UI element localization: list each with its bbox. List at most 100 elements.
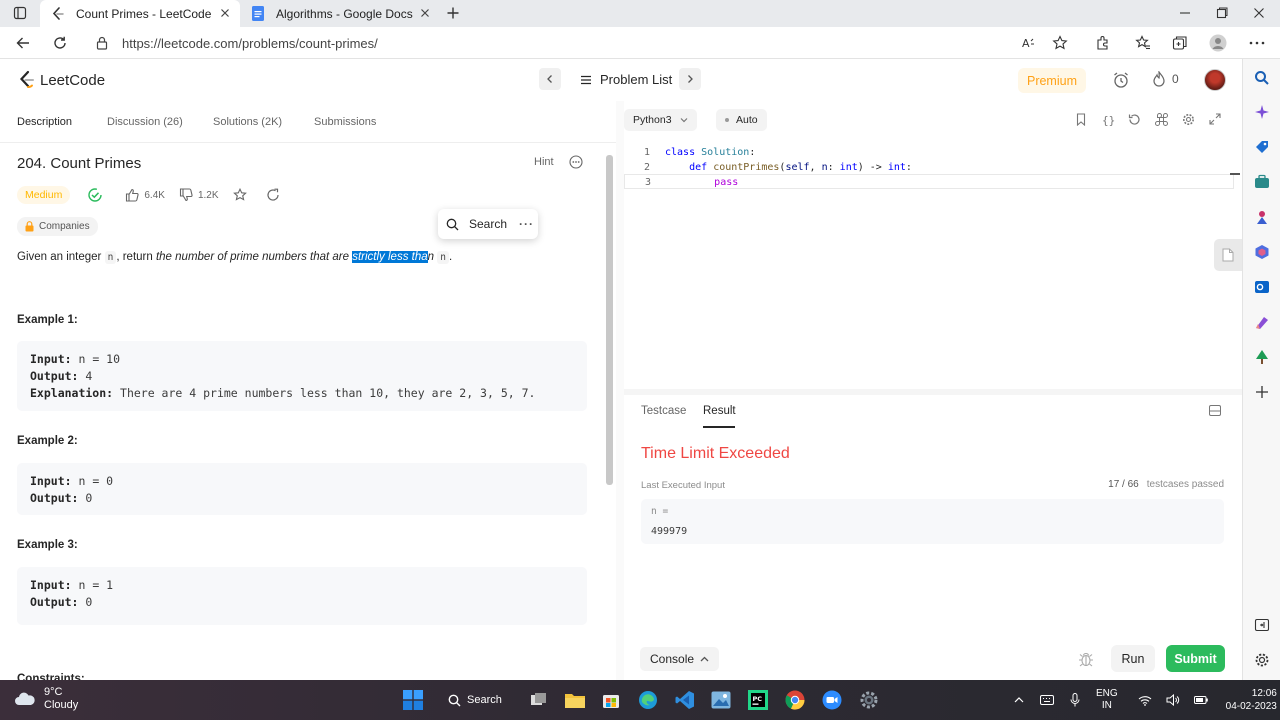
chrome-icon[interactable] xyxy=(784,689,806,711)
streak-counter[interactable]: 0 xyxy=(1152,71,1179,87)
volume-icon[interactable] xyxy=(1166,693,1180,707)
user-avatar[interactable] xyxy=(1204,69,1226,91)
popup-more-icon[interactable]: ··· xyxy=(519,217,534,231)
url-field[interactable]: https://leetcode.com/problems/count-prim… xyxy=(86,30,1076,56)
microsoft-365-icon[interactable] xyxy=(1254,244,1270,260)
leetcode-logo[interactable]: LeetCode xyxy=(18,70,105,90)
next-problem-button[interactable] xyxy=(679,68,701,90)
vscode-icon[interactable] xyxy=(674,689,696,711)
close-tab-icon[interactable] xyxy=(418,6,432,20)
microphone-icon[interactable] xyxy=(1068,693,1082,707)
tab-testcase[interactable]: Testcase xyxy=(641,405,686,417)
bookmark-icon[interactable] xyxy=(1074,112,1088,126)
sidebar-settings-gear-icon[interactable] xyxy=(1254,652,1270,668)
battery-icon[interactable] xyxy=(1193,693,1208,707)
code-line[interactable]: 1 class Solution: xyxy=(624,145,1234,160)
browser-tab-google-docs[interactable]: Algorithms - Google Docs xyxy=(240,0,440,27)
reset-code-icon[interactable] xyxy=(1127,112,1141,126)
pycharm-icon[interactable]: PC xyxy=(747,689,769,711)
more-options-icon[interactable] xyxy=(569,155,583,169)
settings-more-icon[interactable] xyxy=(1248,34,1266,52)
favorite-star-button[interactable] xyxy=(232,188,252,202)
cloud-icon xyxy=(15,692,35,705)
designer-icon[interactable] xyxy=(1254,314,1270,330)
collections-icon[interactable] xyxy=(1171,34,1189,52)
microsoft-store-icon[interactable] xyxy=(600,689,622,711)
selection-search-popup[interactable]: Search ··· xyxy=(438,209,538,239)
debug-bug-icon[interactable] xyxy=(1078,651,1094,667)
language-select[interactable]: Python3 xyxy=(624,109,697,131)
extensions-icon[interactable] xyxy=(1094,34,1112,52)
tab-actions-icon[interactable] xyxy=(9,2,31,24)
taskbar-search[interactable]: Search xyxy=(448,689,502,711)
refresh-icon[interactable] xyxy=(50,33,70,53)
code-line[interactable]: 2 def countPrimes(self, n: int) -> int: xyxy=(624,160,1234,175)
edge-browser-icon[interactable] xyxy=(637,689,659,711)
submit-button[interactable]: Submit xyxy=(1166,645,1225,672)
prev-problem-button[interactable] xyxy=(539,68,561,90)
browser-tab-leetcode[interactable]: Count Primes - LeetCode xyxy=(40,0,240,27)
favorite-star-icon[interactable] xyxy=(1051,34,1069,52)
shopping-tag-icon[interactable] xyxy=(1254,139,1270,155)
scrollbar-thumb[interactable] xyxy=(606,155,613,485)
console-button[interactable]: Console xyxy=(640,647,720,671)
search-icon[interactable] xyxy=(1254,70,1270,86)
back-icon[interactable] xyxy=(13,33,33,53)
code-editor[interactable]: 1 class Solution: 2 def countPrimes(self,… xyxy=(624,137,1242,389)
games-icon[interactable] xyxy=(1254,209,1270,225)
companies-tag[interactable]: Companies xyxy=(17,217,98,236)
panel-resize-handle[interactable] xyxy=(616,101,624,680)
copilot-sparkle-icon[interactable] xyxy=(1254,104,1270,120)
description-scrollbar[interactable] xyxy=(604,149,616,680)
favorites-icon[interactable] xyxy=(1134,34,1152,52)
problem-list-button[interactable]: Problem List xyxy=(580,72,672,87)
like-button[interactable]: 6.4K xyxy=(125,188,165,202)
editor-settings-gear-icon[interactable] xyxy=(1181,112,1195,126)
tab-submissions[interactable]: Submissions xyxy=(314,116,376,128)
profile-avatar-icon[interactable] xyxy=(1209,34,1227,52)
photos-app-icon[interactable] xyxy=(710,689,732,711)
side-panel-toggle[interactable] xyxy=(1214,239,1242,271)
minimize-icon[interactable] xyxy=(1174,2,1196,24)
auto-mode-toggle[interactable]: Auto xyxy=(716,109,767,131)
language-code: ENG xyxy=(1096,688,1118,699)
file-explorer-icon[interactable] xyxy=(564,689,586,711)
hide-sidebar-icon[interactable] xyxy=(1254,617,1270,633)
tree-drop-icon[interactable] xyxy=(1254,349,1270,365)
tab-description[interactable]: Description xyxy=(17,116,72,128)
zoom-app-icon[interactable] xyxy=(821,689,843,711)
share-button[interactable] xyxy=(266,188,285,202)
weather-widget[interactable]: 9°C Cloudy xyxy=(14,686,78,712)
example-title: Example 2: xyxy=(17,435,78,447)
tab-solutions[interactable]: Solutions (2K) xyxy=(213,116,282,128)
run-button[interactable]: Run xyxy=(1111,645,1155,672)
outlook-icon[interactable] xyxy=(1254,279,1270,295)
system-clock[interactable]: 12:06 04-02-2023 xyxy=(1226,687,1277,713)
code-line-current[interactable]: 3 pass xyxy=(624,174,1234,189)
new-tab-icon[interactable] xyxy=(442,2,464,24)
format-code-braces-icon[interactable]: {} xyxy=(1101,112,1115,126)
task-view-icon[interactable] xyxy=(528,689,550,711)
windows-start-icon[interactable] xyxy=(402,689,424,711)
tab-result[interactable]: Result xyxy=(703,405,736,417)
tools-briefcase-icon[interactable] xyxy=(1254,174,1270,190)
collapse-panel-icon[interactable] xyxy=(1209,405,1222,418)
read-aloud-icon[interactable]: A xyxy=(1021,34,1039,52)
fullscreen-expand-icon[interactable] xyxy=(1208,112,1222,126)
close-window-icon[interactable] xyxy=(1248,2,1270,24)
maximize-icon[interactable] xyxy=(1211,2,1233,24)
dislike-button[interactable]: 1.2K xyxy=(179,188,219,202)
hint-button[interactable]: Hint xyxy=(534,156,554,168)
tab-discussion[interactable]: Discussion (26) xyxy=(107,116,183,128)
keyboard-icon[interactable] xyxy=(1040,693,1054,707)
alarm-clock-icon[interactable] xyxy=(1112,71,1130,89)
settings-gear-icon[interactable] xyxy=(858,689,880,711)
close-tab-icon[interactable] xyxy=(218,6,232,20)
chevron-up-icon[interactable] xyxy=(1012,693,1026,707)
example-key: Input: xyxy=(30,578,72,592)
premium-button[interactable]: Premium xyxy=(1018,68,1086,93)
language-indicator[interactable]: ENG IN xyxy=(1096,688,1118,712)
add-sidebar-item-icon[interactable] xyxy=(1254,384,1270,400)
wifi-icon[interactable] xyxy=(1138,693,1152,707)
shortcuts-command-icon[interactable] xyxy=(1154,112,1168,126)
